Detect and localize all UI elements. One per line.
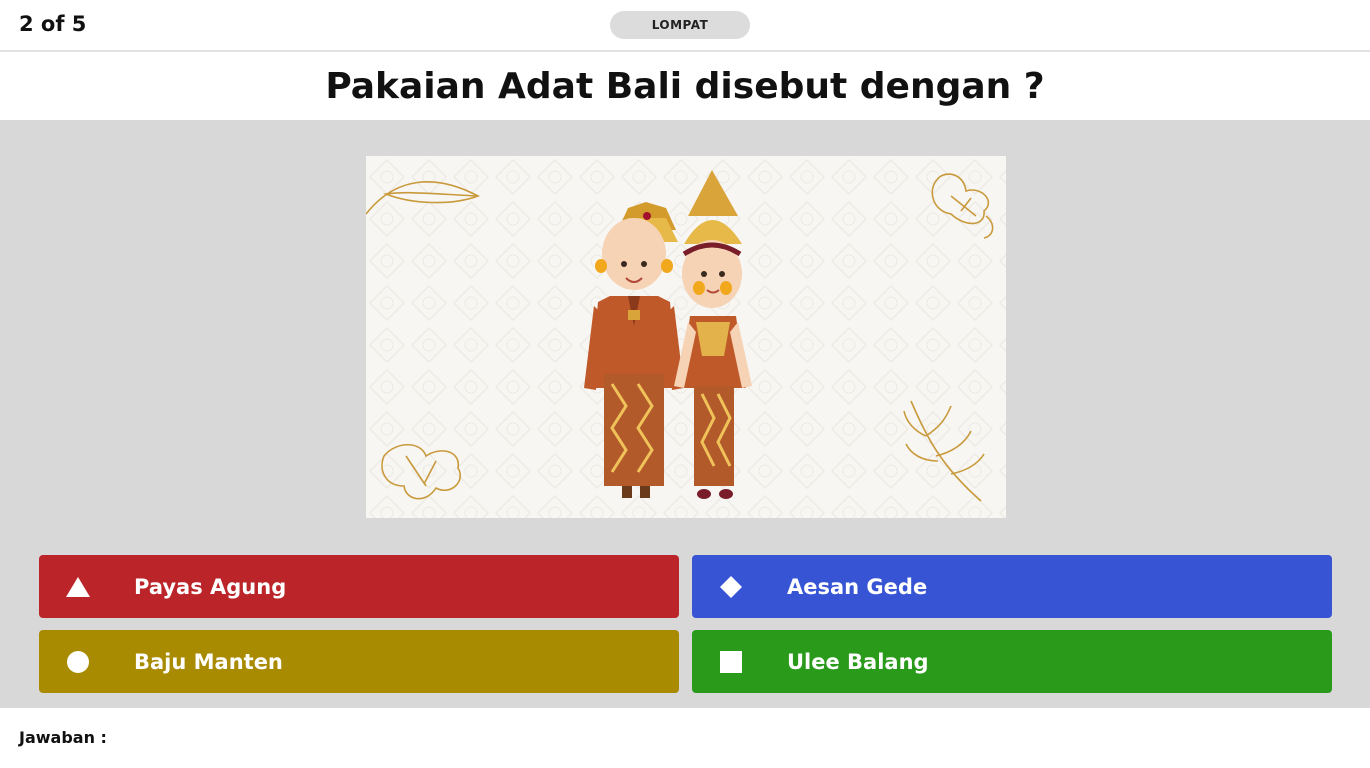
circle-icon <box>64 648 92 676</box>
square-icon <box>717 648 745 676</box>
question-counter: 2 of 5 <box>19 12 87 36</box>
jawaban-label: Jawaban : <box>19 728 107 747</box>
answer-footer: Jawaban : <box>0 708 1370 768</box>
answer-label: Payas Agung <box>134 574 287 599</box>
answer-option-2[interactable]: Aesan Gede <box>692 555 1332 618</box>
diamond-icon <box>717 573 745 601</box>
question-image <box>366 156 1006 518</box>
answer-option-4[interactable]: Ulee Balang <box>692 630 1332 693</box>
answer-label: Baju Manten <box>134 649 283 674</box>
answer-option-3[interactable]: Baju Manten <box>39 630 679 693</box>
question-title: Pakaian Adat Bali disebut dengan ? <box>325 65 1045 107</box>
question-stage: Payas Agung Aesan Gede Baju Manten Ulee … <box>0 120 1370 708</box>
answer-label: Ulee Balang <box>787 649 929 674</box>
bali-couple-illustration <box>366 156 1006 518</box>
skip-button[interactable]: LOMPAT <box>610 11 750 39</box>
top-bar: 2 of 5 LOMPAT <box>0 0 1370 52</box>
answer-label: Aesan Gede <box>787 574 928 599</box>
answer-option-1[interactable]: Payas Agung <box>39 555 679 618</box>
triangle-icon <box>64 573 92 601</box>
